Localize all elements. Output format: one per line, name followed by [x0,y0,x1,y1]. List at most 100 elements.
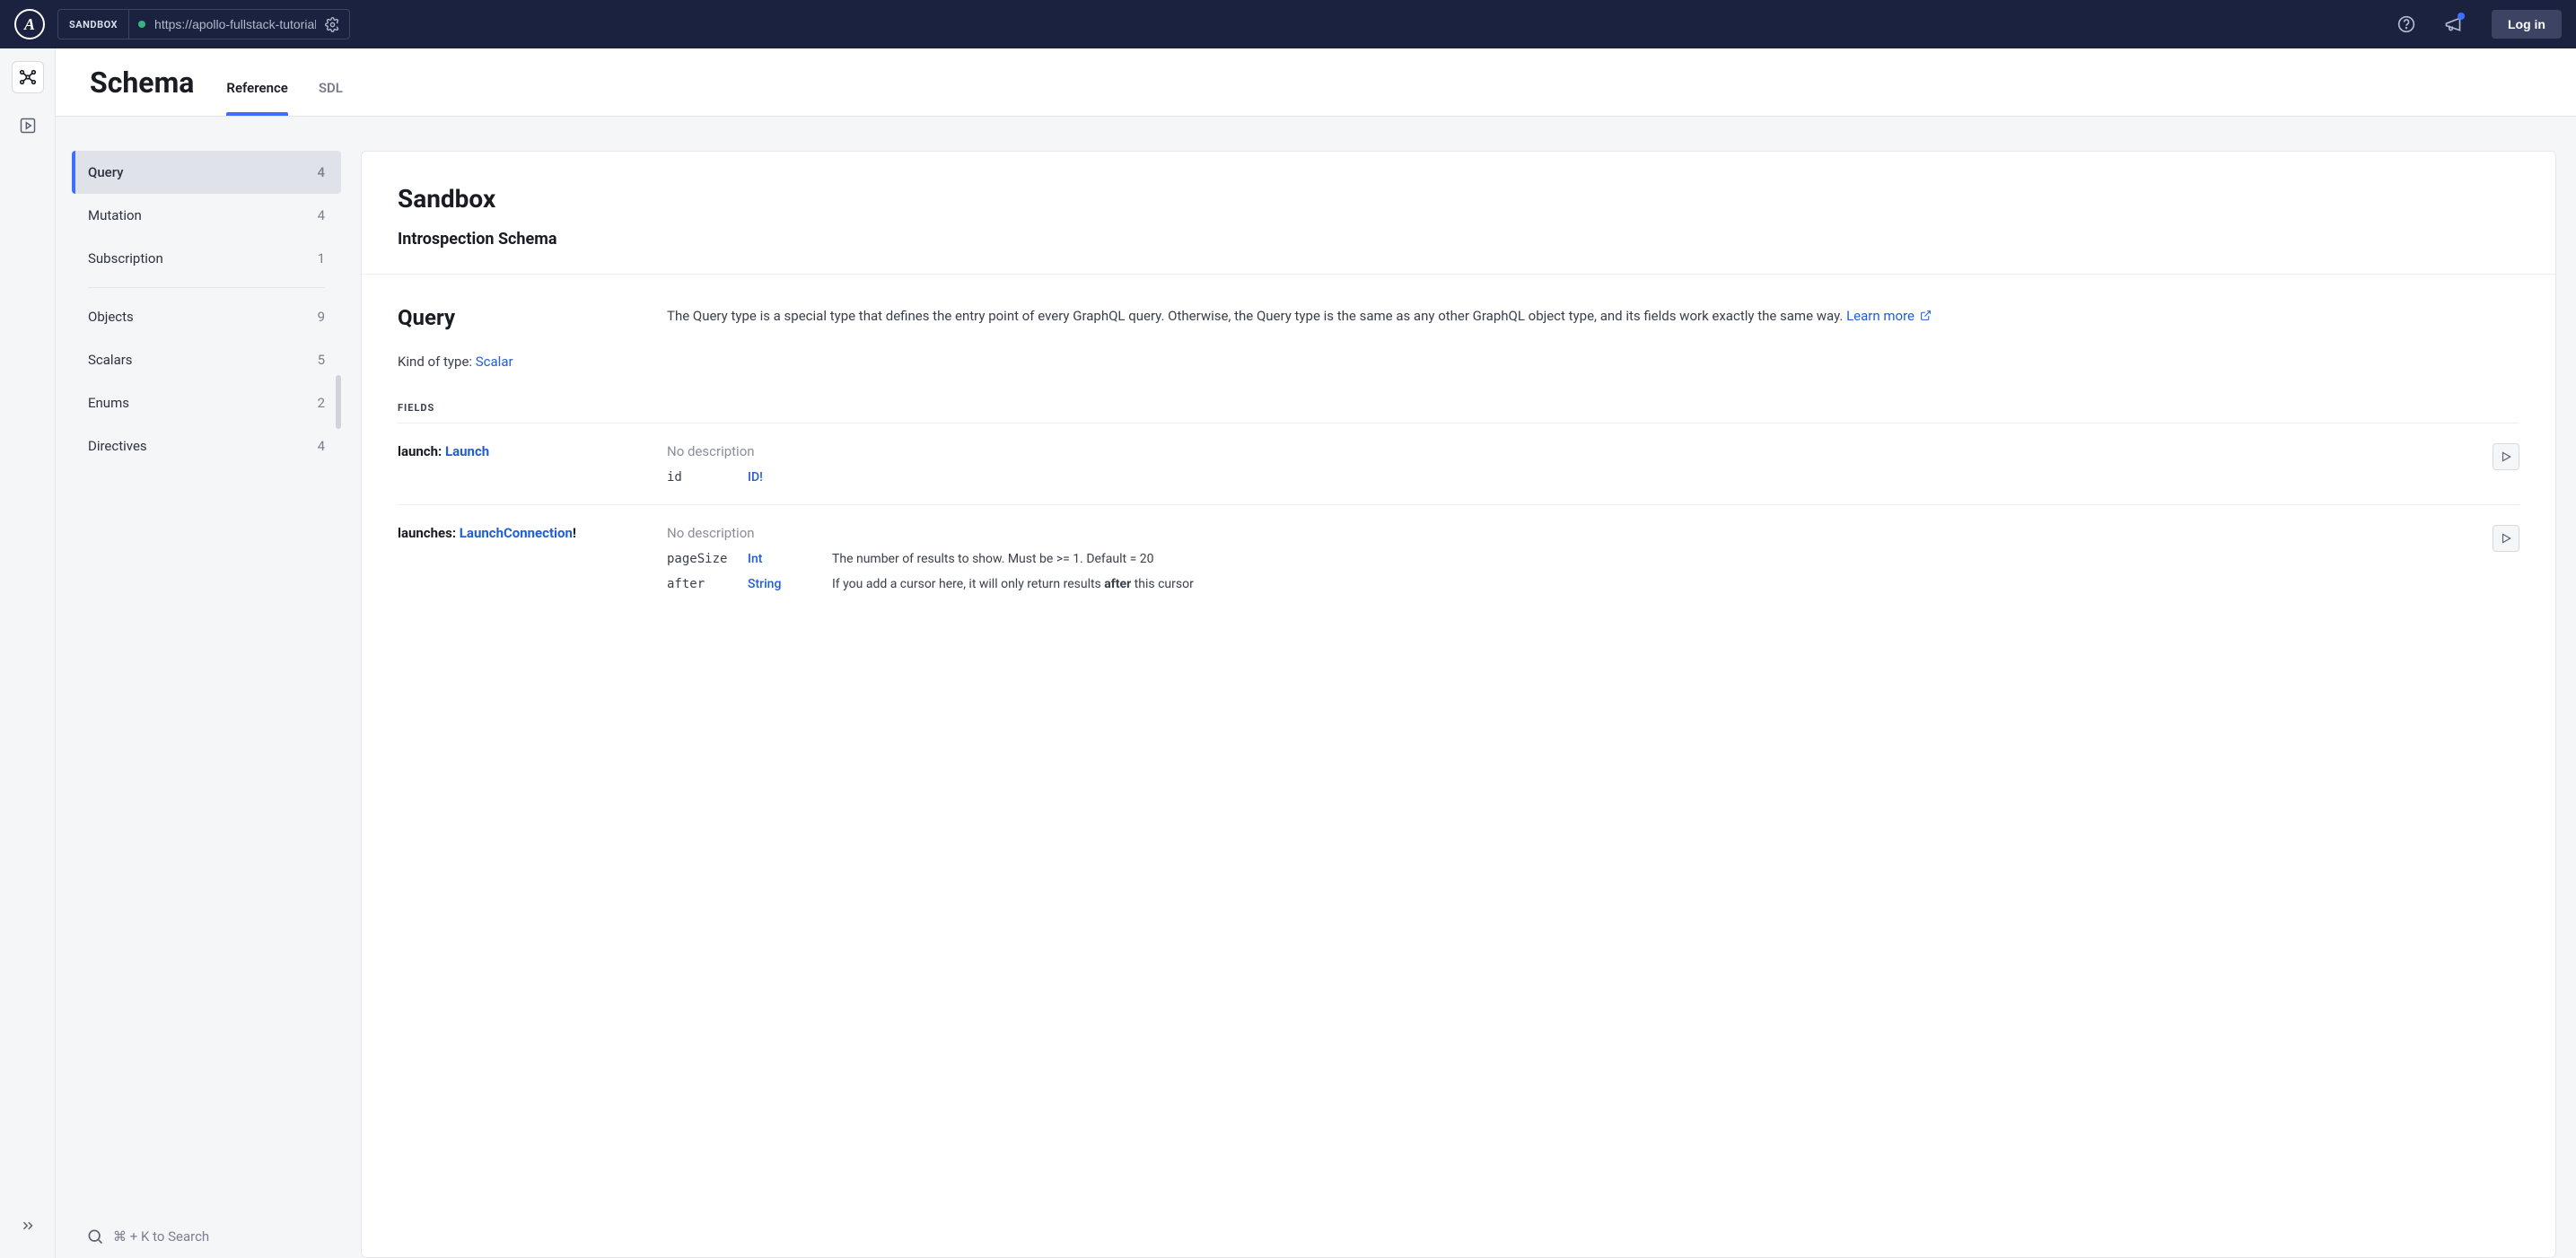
type-name-heading: Query [398,305,631,330]
run-field-button[interactable] [2493,443,2519,470]
type-sidebar: Query 4 Mutation 4 Subscription 1 Object… [72,151,341,1258]
arg-type: String [748,577,832,591]
page-header: Schema Reference SDL [56,48,2576,117]
detail-panel: Sandbox Introspection Schema Query The Q… [361,151,2556,1258]
sidebar-item-label: Objects [88,309,134,325]
type-description: The Query type is a special type that de… [667,305,2519,330]
kind-value-link[interactable]: Scalar [476,354,513,370]
arg-type-link[interactable]: ID [748,470,759,485]
login-button[interactable]: Log in [2492,10,2562,39]
search-hint: ⌘ + K to Search [113,1228,209,1245]
sidebar-item-count: 9 [318,309,325,325]
schema-graph-icon [18,67,38,87]
play-icon [2500,532,2512,545]
sidebar-item-label: Enums [88,395,129,411]
sidebar-item-count: 4 [317,164,325,180]
sidebar-item-count: 2 [318,395,325,411]
sidebar-item-count: 4 [318,207,325,223]
endpoint-url-input[interactable] [154,17,316,31]
gear-icon [325,17,340,32]
field-arg-row: after String If you add a cursor here, i… [667,577,2493,591]
field-bang: ! [573,525,576,541]
external-link-icon [1920,310,1932,321]
run-field-button[interactable] [2493,525,2519,552]
expand-rail-button[interactable] [12,1210,44,1242]
schema-nav-button[interactable] [12,61,44,93]
explorer-nav-button[interactable] [12,109,44,142]
sidebar-item-label: Subscription [88,250,163,266]
sidebar-item-scalars[interactable]: Scalars 5 [72,338,341,381]
sidebar-item-count: 5 [318,352,325,368]
sidebar-item-label: Query [88,164,124,180]
search-icon [86,1227,104,1245]
nav-rail [0,48,56,1258]
field-row: launches: LaunchConnection! No descripti… [398,504,2519,611]
type-desc-text: The Query type is a special type that de… [667,308,1846,324]
panel-title: Sandbox [398,184,2519,214]
arg-desc [832,470,2493,485]
sidebar-item-query[interactable]: Query 4 [72,151,341,194]
arg-desc: The number of results to show. Must be >… [832,552,2493,566]
kind-of-type: Kind of type: Scalar [398,354,2519,370]
arg-type: Int [748,552,832,566]
sandbox-badge: SANDBOX [58,10,129,39]
sidebar-item-enums[interactable]: Enums 2 [72,381,341,424]
topbar: A SANDBOX Log in [0,0,2576,48]
sidebar-item-subscription[interactable]: Subscription 1 [72,237,341,280]
help-button[interactable] [2396,14,2416,34]
arg-bang: ! [759,470,763,485]
arg-name: pageSize [667,552,748,566]
panel-subtitle: Introspection Schema [398,230,2519,249]
sidebar-item-label: Mutation [88,207,142,223]
field-arg-row: pageSize Int The number of results to sh… [667,552,2493,566]
chevron-double-right-icon [20,1218,36,1234]
arg-desc-bold: after [1104,577,1131,591]
field-signature: launch: Launch [398,443,667,459]
sidebar-item-mutation[interactable]: Mutation 4 [72,194,341,237]
sidebar-divider [88,287,325,288]
endpoint-box: SANDBOX [57,9,350,39]
search-button[interactable]: ⌘ + K to Search [72,1214,341,1258]
feedback-button[interactable] [2443,14,2463,34]
field-row: launch: Launch No description id ID! [398,423,2519,504]
field-return-type-link[interactable]: LaunchConnection [460,525,573,541]
panel-header: Sandbox Introspection Schema [362,152,2555,275]
sidebar-item-objects[interactable]: Objects 9 [72,295,341,338]
arg-type-link[interactable]: Int [748,552,762,566]
learn-more-label: Learn more [1846,308,1914,324]
field-return-type-link[interactable]: Launch [445,443,489,459]
play-icon [2500,450,2512,463]
tab-sdl[interactable]: SDL [319,80,343,116]
help-icon [2397,15,2415,33]
scrollbar-thumb[interactable] [336,375,341,429]
page-title: Schema [90,66,194,116]
field-arg-row: id ID! [667,470,2493,485]
arg-type-link[interactable]: String [748,577,781,591]
field-no-description: No description [667,525,2493,541]
arg-desc: If you add a cursor here, it will only r… [832,577,2493,591]
fields-heading: FIELDS [398,402,2519,414]
tabs: Reference SDL [226,48,342,116]
arg-desc-post: this cursor [1131,577,1194,591]
arg-name: id [667,470,748,485]
endpoint-status-dot [138,21,145,28]
apollo-logo[interactable]: A [14,9,45,39]
sidebar-item-count: 4 [318,438,325,454]
tab-reference[interactable]: Reference [226,80,287,116]
sidebar-item-label: Scalars [88,352,133,368]
play-square-icon [19,117,37,135]
arg-desc-pre: If you add a cursor here, it will only r… [832,577,1104,591]
arg-name: after [667,577,748,591]
field-no-description: No description [667,443,2493,459]
kind-label: Kind of type: [398,354,476,370]
field-name: launches [398,525,452,541]
learn-more-link[interactable]: Learn more [1846,308,1932,324]
field-name: launch [398,443,438,459]
sidebar-item-count: 1 [318,250,325,266]
field-signature: launches: LaunchConnection! [398,525,667,541]
arg-type: ID! [748,470,832,485]
sidebar-item-directives[interactable]: Directives 4 [72,424,341,467]
sidebar-item-label: Directives [88,438,147,454]
notification-dot [2458,13,2465,20]
endpoint-settings-button[interactable] [316,17,349,32]
